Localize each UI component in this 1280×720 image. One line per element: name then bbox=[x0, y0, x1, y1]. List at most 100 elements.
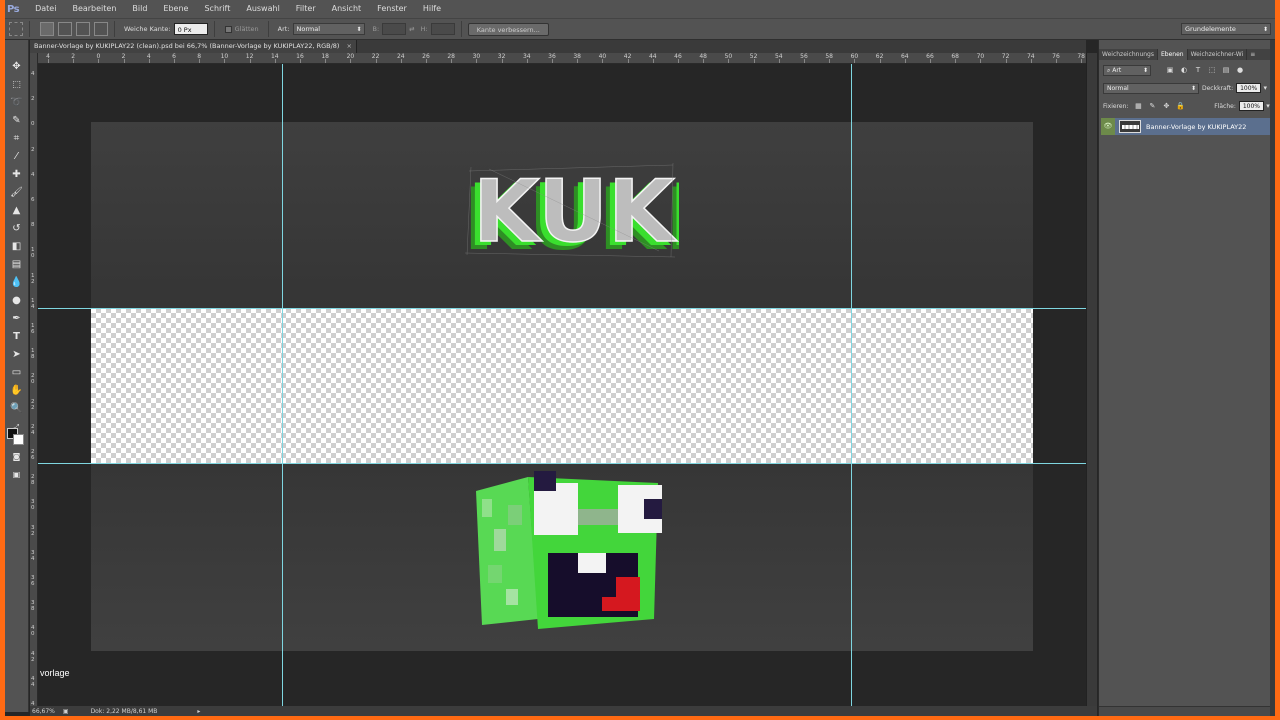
refine-edge-button[interactable]: Kante verbessern... bbox=[467, 22, 549, 36]
ruler-h-tick bbox=[879, 59, 881, 63]
filter-smartobject-icon[interactable]: ▤ bbox=[1219, 66, 1233, 74]
menu-ansicht[interactable]: Ansicht bbox=[324, 0, 370, 18]
menu-bearbeiten[interactable]: Bearbeiten bbox=[64, 0, 124, 18]
menu-ebene[interactable]: Ebene bbox=[155, 0, 196, 18]
guide-horizontal[interactable] bbox=[38, 463, 1086, 464]
quick-selection-icon[interactable]: ✎ bbox=[9, 114, 24, 128]
ruler-v-label: 42 bbox=[31, 650, 35, 663]
workspace-select[interactable]: Grundelemente bbox=[1181, 23, 1271, 35]
opacity-dropdown-icon[interactable]: ▾ bbox=[1261, 84, 1269, 92]
shape-tool-icon[interactable]: ▭ bbox=[9, 366, 24, 380]
zoom-level[interactable]: 66,67% bbox=[32, 708, 55, 715]
fill-input[interactable]: 100% bbox=[1238, 101, 1264, 111]
marquee-tool-icon[interactable]: ⬚ bbox=[9, 78, 24, 92]
move-tool-icon[interactable]: ✥ bbox=[9, 60, 24, 74]
brush-tool-icon[interactable]: 🖌 bbox=[9, 186, 24, 200]
ruler-h-tick bbox=[476, 59, 478, 63]
lock-all-icon[interactable]: 🔒 bbox=[1173, 102, 1187, 110]
swap-icon[interactable]: ⇄ bbox=[409, 25, 414, 33]
ruler-v-label: 18 bbox=[31, 348, 35, 361]
vertical-ruler[interactable]: 4 2 0 2 4 6 8 10 12 14 16 18 20 22 24 26 28 30 32 34 36 38 40 4… bbox=[30, 53, 38, 713]
document-canvas-area[interactable]: KUKI KUKI KUKI bbox=[38, 64, 1086, 706]
type-tool-icon[interactable]: T bbox=[9, 330, 24, 344]
menu-filter[interactable]: Filter bbox=[288, 0, 324, 18]
crop-tool-icon[interactable]: ⌗ bbox=[9, 132, 24, 146]
opacity-label: Deckkraft: bbox=[1202, 84, 1234, 92]
ruler-v-label: 6 bbox=[31, 197, 35, 203]
feather-input[interactable]: 0 Px bbox=[173, 23, 208, 35]
smooth-checkbox[interactable] bbox=[224, 25, 232, 33]
filter-pixel-icon[interactable]: ▣ bbox=[1163, 66, 1177, 74]
vertical-scrollbar[interactable] bbox=[1086, 53, 1097, 706]
hand-tool-icon[interactable]: ✋ bbox=[9, 384, 24, 398]
menu-hilfe[interactable]: Hilfe bbox=[415, 0, 449, 18]
menu-fenster[interactable]: Fenster bbox=[369, 0, 415, 18]
filter-type-icon[interactable]: T bbox=[1191, 66, 1205, 74]
filter-toggle-icon[interactable]: ● bbox=[1233, 66, 1247, 74]
tools-panel: ✥ ⬚ ➰ ✎ ⌗ ⁄ ✚ 🖌 ▲ ↺ ◧ ▤ 💧 ● ✒ T ➤ ▭ ✋ 🔍 … bbox=[5, 40, 29, 712]
zoom-tool-icon[interactable]: 🔍 bbox=[9, 402, 24, 416]
filter-adjustment-icon[interactable]: ◐ bbox=[1177, 66, 1191, 74]
lasso-tool-icon[interactable]: ➰ bbox=[9, 96, 24, 110]
screen-mode-icon[interactable]: ▣ bbox=[9, 468, 24, 482]
ruler-h-tick bbox=[904, 59, 906, 63]
guide-vertical[interactable] bbox=[851, 64, 852, 706]
add-selection-icon[interactable] bbox=[58, 22, 72, 36]
intersect-selection-icon[interactable] bbox=[94, 22, 108, 36]
menu-schrift[interactable]: Schrift bbox=[196, 0, 238, 18]
stamp-tool-icon[interactable]: ▲ bbox=[9, 204, 24, 218]
marquee-tool-preset-icon[interactable] bbox=[9, 22, 23, 36]
menu-bild[interactable]: Bild bbox=[124, 0, 155, 18]
eraser-icon[interactable]: ◧ bbox=[9, 240, 24, 254]
photoshop-window: Ps Datei Bearbeiten Bild Ebene Schrift A… bbox=[5, 0, 1275, 716]
visibility-eye-icon[interactable]: 👁 bbox=[1101, 118, 1115, 135]
ruler-h-tick bbox=[728, 59, 730, 63]
path-selection-icon[interactable]: ➤ bbox=[9, 348, 24, 362]
layer-item[interactable]: 👁 Banner-Vorlage by KUKIPLAY22 bbox=[1101, 118, 1274, 135]
new-selection-icon[interactable] bbox=[40, 22, 54, 36]
filter-kind-select[interactable]: ⌕ Art bbox=[1103, 64, 1151, 76]
height-input[interactable] bbox=[430, 23, 455, 35]
lock-transparency-icon[interactable]: ▦ bbox=[1131, 102, 1145, 110]
blur-tool-icon[interactable]: 💧 bbox=[9, 276, 24, 290]
eyedropper-icon[interactable]: ⁄ bbox=[9, 150, 24, 164]
layer-name[interactable]: Banner-Vorlage by KUKIPLAY22 bbox=[1146, 123, 1246, 131]
history-brush-icon[interactable]: ↺ bbox=[9, 222, 24, 236]
status-arrow-icon[interactable]: ▸ bbox=[197, 708, 200, 715]
ruler-h-tick bbox=[400, 59, 402, 63]
pen-tool-icon[interactable]: ✒ bbox=[9, 312, 24, 326]
blend-mode-select[interactable]: Normal bbox=[1103, 82, 1199, 94]
tab-weichzeichnungs[interactable]: Weichzeichnungs bbox=[1099, 49, 1158, 60]
subtract-selection-icon[interactable] bbox=[76, 22, 90, 36]
panel-collapse-strip[interactable] bbox=[1270, 40, 1275, 716]
ruler-h-tick bbox=[778, 59, 780, 63]
quick-mask-icon[interactable]: ◙ bbox=[9, 450, 24, 464]
guide-vertical[interactable] bbox=[282, 64, 283, 706]
tab-weichzeichner-wi[interactable]: Weichzeichner-Wi bbox=[1188, 49, 1248, 60]
monster-head-image bbox=[476, 471, 662, 629]
lock-pixels-icon[interactable]: ✎ bbox=[1145, 102, 1159, 110]
healing-brush-icon[interactable]: ✚ bbox=[9, 168, 24, 182]
tab-ebenen[interactable]: Ebenen bbox=[1158, 49, 1188, 60]
ruler-h-tick bbox=[350, 59, 352, 63]
opacity-input[interactable]: 100% bbox=[1236, 83, 1262, 93]
document-tab[interactable]: Banner-Vorlage by KUKIPLAY22 (clean).psd… bbox=[30, 40, 357, 53]
gradient-tool-icon[interactable]: ▤ bbox=[9, 258, 24, 272]
background-color[interactable] bbox=[13, 434, 24, 445]
ruler-h-tick bbox=[980, 59, 982, 63]
horizontal-ruler[interactable]: 4 2 0 2 4 6 8 10 12 14 16 18 20 22 24 26 28 30 32 34 36 38 40 4… bbox=[38, 53, 1086, 64]
filter-shape-icon[interactable]: ⬚ bbox=[1205, 66, 1219, 74]
guide-horizontal[interactable] bbox=[38, 308, 1086, 309]
panel-menu-icon[interactable]: ≡ bbox=[1247, 49, 1258, 60]
ruler-h-tick bbox=[375, 59, 377, 63]
close-icon[interactable]: × bbox=[347, 42, 352, 50]
ruler-v-label: 26 bbox=[31, 449, 35, 461]
lock-position-icon[interactable]: ✥ bbox=[1159, 102, 1173, 110]
ruler-h-tick bbox=[1056, 59, 1057, 63]
dodge-tool-icon[interactable]: ● bbox=[9, 294, 24, 308]
width-input[interactable] bbox=[382, 23, 407, 35]
status-info-icon[interactable]: ▣ bbox=[63, 708, 69, 715]
menu-datei[interactable]: Datei bbox=[27, 0, 64, 18]
menu-auswahl[interactable]: Auswahl bbox=[238, 0, 287, 18]
style-select[interactable]: Normal bbox=[292, 23, 365, 35]
